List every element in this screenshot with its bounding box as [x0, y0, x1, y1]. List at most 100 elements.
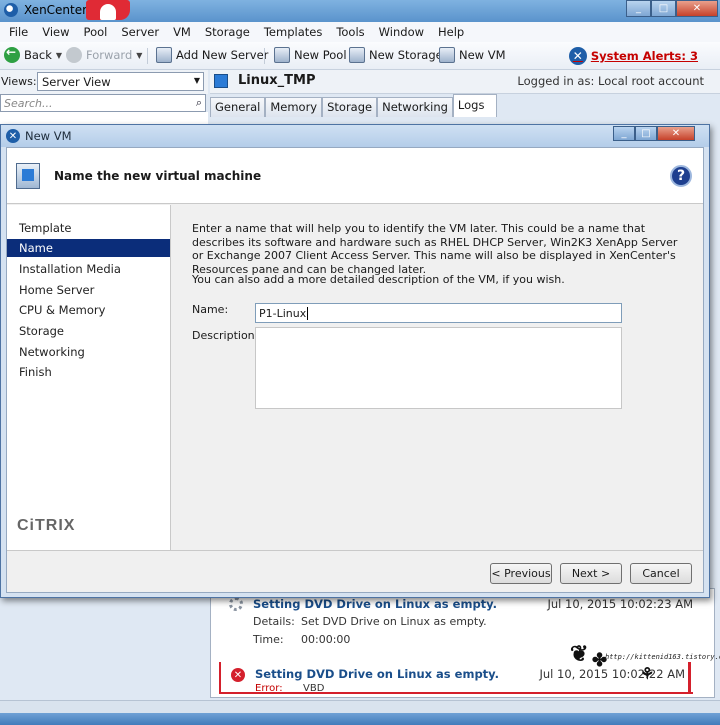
back-dropdown-icon[interactable]: ▼ [56, 51, 62, 60]
previous-button[interactable]: < Previous [490, 563, 552, 584]
vm-name-field[interactable]: P1-Linux [255, 303, 622, 323]
add-new-server-button[interactable]: Add New Server [156, 47, 268, 63]
views-label: Views: [1, 75, 37, 88]
next-button[interactable]: Next > [560, 563, 622, 584]
log-error-label: Error: [255, 683, 283, 692]
maximize-button[interactable]: □ [651, 0, 676, 17]
dialog-minimize-button[interactable]: _ [613, 126, 635, 141]
new-vm-icon [439, 47, 455, 63]
menu-file[interactable]: File [2, 22, 35, 42]
search-input[interactable]: Search... ⌕ [0, 94, 206, 112]
search-placeholder: Search... [4, 97, 53, 110]
obscured-decoration [86, 0, 130, 20]
error-icon: ✕ [231, 668, 245, 682]
log-entry-error[interactable]: ✕ Setting DVD Drive on Linux as empty. J… [219, 662, 693, 694]
back-arrow-icon [4, 45, 20, 63]
tab-logs[interactable]: Logs [452, 94, 497, 117]
forward-button[interactable]: Forward ▼ [66, 47, 142, 63]
name-label: Name: [192, 303, 229, 316]
add-server-icon [156, 47, 172, 63]
vm-tabs: General Memory Storage Networking Logs [210, 94, 497, 117]
status-bar [0, 700, 720, 725]
resource-tree[interactable] [0, 112, 208, 124]
forward-label: Forward [86, 48, 133, 62]
system-alerts-label: System Alerts: 3 [590, 49, 698, 63]
citrix-logo: CiTRIX [17, 517, 76, 534]
forward-dropdown-icon[interactable]: ▼ [136, 51, 142, 60]
alert-icon: ✕ [568, 47, 587, 65]
dialog-maximize-button[interactable]: □ [635, 126, 657, 141]
step-installation-media[interactable]: Installation Media [7, 260, 170, 278]
back-button[interactable]: Back ▼ [4, 45, 62, 63]
login-status: Logged in as: Local root account [517, 74, 704, 88]
watermark-url: http://kittenid163.tistory.com/ [605, 653, 720, 661]
xencenter-icon: ✕ [6, 129, 20, 143]
step-cpu-memory[interactable]: CPU & Memory [7, 301, 170, 319]
new-pool-button[interactable]: New Pool [274, 47, 347, 63]
intro-text: Enter a name that will help you to ident… [192, 222, 678, 276]
cancel-button[interactable]: Cancel [630, 563, 692, 584]
step-name[interactable]: Name [7, 239, 170, 257]
tab-storage[interactable]: Storage [322, 97, 378, 117]
menu-window[interactable]: Window [372, 22, 431, 42]
vm-header: Linux_TMP Logged in as: Local root accou… [210, 70, 720, 94]
watermark-glyph: ⚘ [640, 664, 655, 683]
system-alerts-link[interactable]: ✕ System Alerts: 3 [568, 47, 698, 65]
search-icon[interactable]: ⌕ [196, 96, 202, 110]
main-titlebar: XenCenter _ □ ✕ [0, 0, 720, 22]
tab-memory[interactable]: Memory [265, 97, 323, 117]
new-pool-icon [274, 47, 290, 63]
new-vm-wizard-icon [16, 163, 40, 189]
views-select[interactable]: Server View ▼ [37, 72, 204, 91]
minimize-button[interactable]: _ [626, 0, 651, 17]
views-bar: Views: Server View ▼ [0, 70, 208, 94]
vm-icon [214, 74, 228, 88]
intro-text-2: You can also add a more detailed descrip… [192, 273, 565, 286]
step-template[interactable]: Template [7, 219, 170, 237]
new-vm-button[interactable]: New VM [439, 47, 506, 63]
log-entry-title: Setting DVD Drive on Linux as empty. [255, 667, 499, 681]
views-selected-value: Server View [42, 75, 111, 89]
log-entry-time: Jul 10, 2015 10:02:23 AM [547, 597, 694, 611]
toolbar-divider [264, 48, 265, 64]
menu-view[interactable]: View [35, 22, 76, 42]
dialog-title: New VM [25, 129, 72, 143]
tab-general[interactable]: General [210, 97, 266, 117]
menu-help[interactable]: Help [431, 22, 471, 42]
wizard-heading: Name the new virtual machine [54, 169, 262, 183]
menu-storage[interactable]: Storage [198, 22, 257, 42]
wizard-footer: < Previous Next > Cancel [7, 550, 703, 592]
text-caret [307, 307, 309, 320]
description-field[interactable] [255, 327, 622, 409]
toolbar: Back ▼ Forward ▼ Add New Server New Pool… [0, 42, 720, 70]
new-pool-label: New Pool [294, 48, 347, 62]
menu-tools[interactable]: Tools [329, 22, 371, 42]
step-storage[interactable]: Storage [7, 322, 170, 340]
description-label: Description: [192, 329, 259, 342]
log-time-value: 00:00:00 [301, 633, 351, 646]
tab-networking[interactable]: Networking [377, 97, 453, 117]
dialog-titlebar: ✕ New VM _ □ ✕ [1, 125, 709, 147]
close-button[interactable]: ✕ [676, 0, 718, 17]
highlight-marker [688, 662, 691, 694]
menu-templates[interactable]: Templates [257, 22, 329, 42]
step-networking[interactable]: Networking [7, 343, 170, 361]
log-details-value: Set DVD Drive on Linux as empty. [301, 615, 487, 628]
new-storage-button[interactable]: New Storage [349, 47, 443, 63]
new-vm-dialog: ✕ New VM _ □ ✕ Name the new virtual mach… [0, 124, 710, 598]
log-details-label: Details: [253, 615, 295, 628]
help-icon[interactable]: ? [670, 165, 692, 187]
step-home-server[interactable]: Home Server [7, 281, 170, 299]
window-title: XenCenter [24, 3, 88, 17]
menu-pool[interactable]: Pool [77, 22, 115, 42]
menu-server[interactable]: Server [114, 22, 166, 42]
menu-vm[interactable]: VM [166, 22, 198, 42]
wizard-content: Enter a name that will help you to ident… [171, 205, 703, 550]
log-entry[interactable]: Setting DVD Drive on Linux as empty. Jul… [219, 597, 693, 657]
dialog-close-button[interactable]: ✕ [657, 126, 695, 141]
step-finish[interactable]: Finish [7, 363, 170, 381]
new-storage-label: New Storage [369, 48, 443, 62]
vm-name: Linux_TMP [238, 73, 316, 88]
chevron-down-icon: ▼ [193, 76, 200, 85]
toolbar-divider [147, 48, 148, 64]
